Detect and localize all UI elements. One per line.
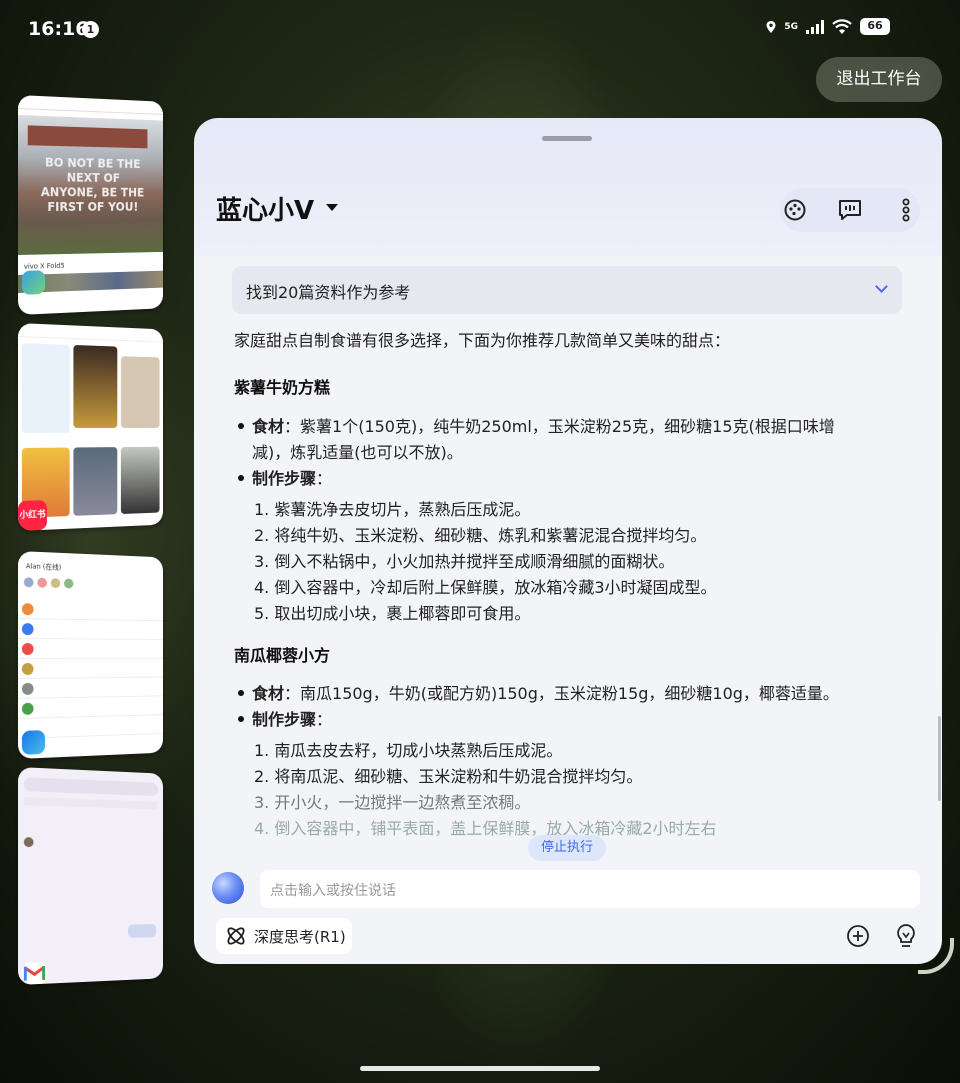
chevron-down-icon <box>875 280 888 293</box>
steps-item: 制作步骤： <box>238 707 908 733</box>
step-item: 2. 将纯牛奶、玉米淀粉、细砂糖、炼乳和紫薯泥混合搅拌均匀。 <box>254 522 706 546</box>
step-item: 5. 取出切成小块，裹上椰蓉即可食用。 <box>254 600 530 624</box>
app-thumbnail-photos[interactable]: BO NOT BE THE NEXT OF ANYONE, BE THE FIR… <box>18 95 163 315</box>
voice-chat-icon[interactable] <box>830 190 870 230</box>
intro-text: 家庭甜点自制食谱有很多选择，下面为你推荐几款简单又美味的甜点： <box>234 328 730 354</box>
bullet-dot <box>238 423 244 429</box>
messaging-app-icon <box>22 730 45 755</box>
step-item: 3. 开小火，一边搅拌一边熬煮至浓稠。 <box>254 789 530 813</box>
app-thumbnail-messaging[interactable]: Alan (在线) <box>18 551 163 759</box>
app-thumbnail-gmail[interactable] <box>18 767 163 985</box>
ingredients-item: 食材：紫薯1个(150克)，纯牛奶250ml，玉米淀粉25克，细砂糖15克(根据… <box>238 414 908 440</box>
step-item: 1. 南瓜去皮去籽，切成小块蒸熟后压成泥。 <box>254 737 562 761</box>
recipe-title: 南瓜椰蓉小方 <box>234 642 330 666</box>
exit-workspace-button[interactable]: 退出工作台 <box>816 57 942 102</box>
photo-preview: BO NOT BE THE NEXT OF ANYONE, BE THE FIR… <box>18 115 163 255</box>
ingredients-text: ：紫薯1个(150克)，纯牛奶250ml，玉米淀粉25克，细砂糖15克(根据口味… <box>284 417 835 436</box>
network-label: 5G <box>784 22 798 32</box>
more-options-icon[interactable] <box>886 190 926 230</box>
bullet-dot <box>238 716 244 722</box>
step-item: 2. 将南瓜泥、细砂糖、玉米淀粉和牛奶混合搅拌均匀。 <box>254 763 642 787</box>
step-item: 3. 倒入不粘锅中，小火加热并搅拌至成顺滑细腻的面糊状。 <box>254 548 674 572</box>
chat-header: Alan (在线) <box>26 561 62 572</box>
status-icons: 5G 66 <box>766 18 890 35</box>
photos-app-icon <box>22 270 45 295</box>
references-expander[interactable]: 找到20篇资料作为参考 <box>232 266 902 314</box>
chat-content[interactable]: 找到20篇资料作为参考 家庭甜点自制食谱有很多选择，下面为你推荐几款简单又美味的… <box>194 256 942 836</box>
step-item: 1. 紫薯洗净去皮切片，蒸熟后压成泥。 <box>254 496 530 520</box>
steps-label: 制作步骤 <box>252 710 316 729</box>
signal-icon <box>806 20 824 34</box>
wifi-icon <box>832 19 852 34</box>
recipe-title: 紫薯牛奶方糕 <box>234 374 330 398</box>
deep-think-toggle[interactable]: 深度思考(R1) <box>216 918 352 954</box>
app-thumbnail-xiaohongshu[interactable]: 小红书 <box>18 323 163 531</box>
gmail-logo-icon <box>24 965 45 982</box>
steps-item: 制作步骤： <box>238 466 908 492</box>
ingredients-label: 食材 <box>252 684 284 703</box>
notification-count-badge: 1 <box>82 21 99 38</box>
steps-label: 制作步骤 <box>252 469 316 488</box>
add-icon[interactable] <box>842 920 874 952</box>
step-item: 4. 倒入容器中，冷却后附上保鲜膜，放冰箱冷藏3小时凝固成型。 <box>254 574 717 598</box>
chat-input[interactable]: 点击输入或按住说话 <box>260 870 920 908</box>
status-time: 16:16 <box>28 18 88 40</box>
sign-text: BO NOT BE THE NEXT OF ANYONE, BE THE FIR… <box>37 155 147 215</box>
voice-orb-icon[interactable] <box>212 872 244 904</box>
battery-indicator: 66 <box>860 18 890 35</box>
palette-icon[interactable] <box>775 190 815 230</box>
ingredients-item: 食材：南瓜150g，牛奶(或配方奶)150g，玉米淀粉15g，细砂糖10g，椰蓉… <box>238 681 908 707</box>
ingredients-label: 食材 <box>252 417 284 436</box>
references-label: 找到20篇资料作为参考 <box>246 279 410 303</box>
deep-think-label: 深度思考(R1) <box>254 926 346 947</box>
location-icon <box>766 21 776 33</box>
ingredients-text-cont: 减)，炼乳适量(也可以不放)。 <box>252 440 892 466</box>
ingredients-text: ：南瓜150g，牛奶(或配方奶)150g，玉米淀粉15g，细砂糖10g，椰蓉适量… <box>284 684 839 703</box>
atom-icon <box>224 924 248 948</box>
step-item: 4. 倒入容器中，铺平表面，盖上保鲜膜，放入冰箱冷藏2小时左右 <box>254 815 717 836</box>
stop-execution-button[interactable]: 停止执行 <box>528 835 606 861</box>
home-indicator[interactable] <box>360 1066 600 1071</box>
bullet-dot <box>238 690 244 696</box>
title-dropdown-caret-icon[interactable] <box>326 204 338 211</box>
chat-input-placeholder: 点击输入或按住说话 <box>270 880 396 900</box>
assistant-panel: 蓝心小V 找到20篇资料作为参考 家庭甜点自制食谱有很多选择，下面为你推荐几款简… <box>194 118 942 964</box>
scrollbar-thumb[interactable] <box>938 716 941 801</box>
gmail-app-icon <box>22 962 47 985</box>
bullet-dot <box>238 475 244 481</box>
resize-handle[interactable] <box>918 938 954 974</box>
assistant-title[interactable]: 蓝心小V <box>216 190 314 227</box>
drag-handle[interactable] <box>542 136 592 141</box>
photo-caption: vivo X Fold5 <box>24 262 65 271</box>
xiaohongshu-app-icon: 小红书 <box>18 500 47 531</box>
